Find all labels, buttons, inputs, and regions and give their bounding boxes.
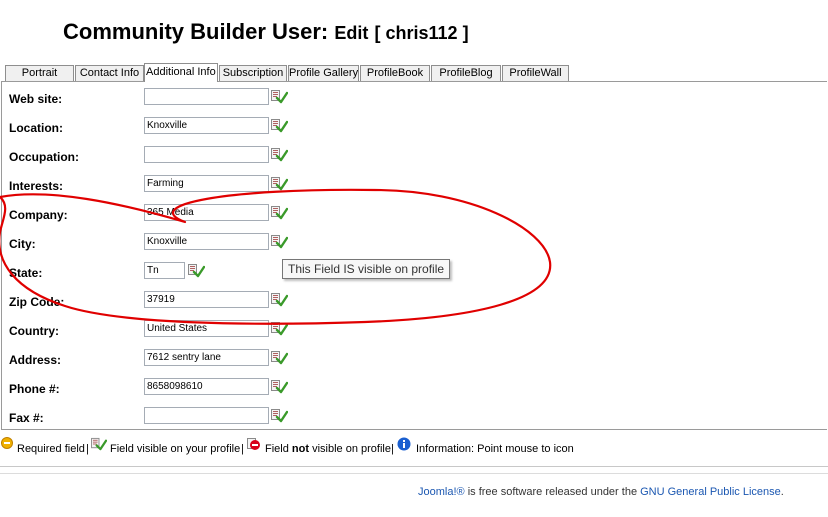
tab-profileblog[interactable]: ProfileBlog — [431, 65, 501, 81]
tab-profilebook[interactable]: ProfileBook — [360, 65, 430, 81]
field-visible-icon[interactable] — [271, 176, 288, 191]
footer-text: is free software released under the — [467, 486, 638, 498]
tab-portrait[interactable]: Portrait — [5, 65, 74, 81]
legend-not-visible-pre: Field — [265, 443, 289, 455]
country-select[interactable] — [144, 320, 269, 337]
field-visible-icon[interactable] — [271, 321, 288, 336]
tab-contact-info[interactable]: Contact Info — [75, 65, 144, 81]
joomla-link[interactable]: Joomla!® — [418, 486, 465, 498]
gpl-license-link[interactable]: GNU General Public License — [640, 486, 781, 498]
city-label: City: — [9, 237, 36, 251]
visible-icon — [91, 437, 107, 451]
address-label: Address: — [9, 353, 62, 367]
state-label: State: — [9, 266, 43, 280]
legend-separator: | — [241, 443, 244, 455]
not-visible-icon — [247, 438, 260, 450]
footer-period: . — [780, 486, 784, 498]
fax-input[interactable] — [144, 407, 269, 424]
tab-subscription[interactable]: Subscription — [219, 65, 287, 81]
field-row-phone: Phone #: — [2, 373, 828, 401]
state-input[interactable] — [144, 262, 185, 279]
legend-separator: | — [391, 443, 394, 455]
field-visible-icon[interactable] — [271, 89, 288, 104]
page-title: Community Builder User: Edit [ chris112 … — [63, 19, 469, 45]
zip-code-input[interactable] — [144, 291, 269, 308]
info-icon — [397, 437, 411, 451]
location-label: Location: — [9, 121, 63, 135]
city-input[interactable] — [144, 233, 269, 250]
tab-profilewall[interactable]: ProfileWall — [502, 65, 569, 81]
field-visible-icon[interactable] — [271, 379, 288, 394]
field-visible-icon[interactable] — [271, 408, 288, 423]
occupation-label: Occupation: — [9, 150, 80, 164]
field-visible-icon[interactable] — [271, 147, 288, 162]
address-input[interactable] — [144, 349, 269, 366]
location-input[interactable] — [144, 117, 269, 134]
field-visible-icon[interactable] — [188, 263, 205, 278]
footer: Joomla!® is free software released under… — [418, 486, 784, 498]
footer-divider — [0, 466, 828, 467]
occupation-input[interactable] — [144, 146, 269, 163]
company-input[interactable] — [144, 204, 269, 221]
phone-label: Phone #: — [9, 382, 60, 396]
field-row-address: Address: — [2, 344, 828, 372]
footer-divider — [0, 473, 828, 474]
additional-info-panel: Web site: Location: Occupation: Interest… — [1, 81, 827, 430]
field-visible-icon[interactable] — [271, 118, 288, 133]
fax-label: Fax #: — [9, 411, 44, 425]
legend-info: Information: Point mouse to icon — [416, 443, 574, 455]
field-row-occupation: Occupation: — [2, 141, 828, 169]
interests-input[interactable] — [144, 175, 269, 192]
field-row-zip-code: Zip Code: — [2, 286, 828, 314]
field-row-company: Company: — [2, 199, 828, 227]
field-row-interests: Interests: — [2, 170, 828, 198]
tab-additional-info[interactable]: Additional Info — [144, 63, 218, 82]
field-visible-icon[interactable] — [271, 350, 288, 365]
company-label: Company: — [9, 208, 68, 222]
field-row-location: Location: — [2, 112, 828, 140]
legend-not-visible-bold: not — [291, 443, 310, 455]
field-visible-icon[interactable] — [271, 205, 288, 220]
field-visible-icon[interactable] — [271, 292, 288, 307]
required-icon — [1, 437, 13, 449]
page-title-main: Community Builder User: — [63, 19, 329, 44]
phone-input[interactable] — [144, 378, 269, 395]
field-row-city: City: — [2, 228, 828, 256]
field-row-country: Country: — [2, 315, 828, 343]
legend-required: Required field — [17, 443, 85, 455]
field-row-fax: Fax #: — [2, 402, 828, 430]
page-title-action: Edit — [334, 23, 369, 43]
website-label: Web site: — [9, 92, 63, 106]
page-title-username: [ chris112 ] — [374, 23, 469, 43]
field-visible-icon[interactable] — [271, 234, 288, 249]
legend-separator: | — [86, 443, 89, 455]
interests-label: Interests: — [9, 179, 64, 193]
legend-not-visible-post: visible on profile — [312, 443, 391, 455]
country-label: Country: — [9, 324, 59, 338]
visibility-tooltip: This Field IS visible on profile — [282, 259, 451, 279]
tab-profile-gallery[interactable]: Profile Gallery — [288, 65, 359, 81]
legend-visible: Field visible on your profile — [110, 443, 241, 455]
field-row-website: Web site: — [2, 83, 828, 111]
website-input[interactable] — [144, 88, 269, 105]
zip-code-label: Zip Code: — [9, 295, 65, 309]
legend-not-visible: Field not visible on profile — [265, 443, 391, 455]
